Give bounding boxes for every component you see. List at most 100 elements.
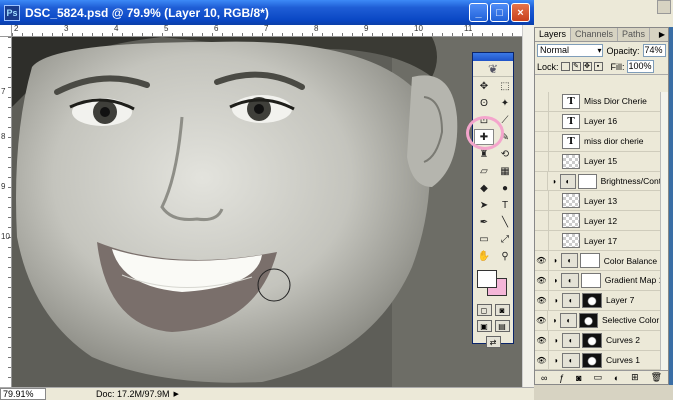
brush-tool-icon[interactable]: ✎ [495,129,515,145]
layer-row[interactable]: 👁 ◑ ◐ Gradient Map 1 [535,271,662,291]
crop-tool-icon[interactable]: ⊡ [474,112,494,128]
adjustment-layer-thumbnail[interactable]: ◐ [561,253,579,269]
fill-field[interactable]: 100% [626,60,654,73]
layer-mask-thumbnail[interactable] [582,352,602,368]
new-adjustment-layer-icon[interactable]: ◐ [614,373,619,383]
layer-mask-thumbnail[interactable] [580,253,600,269]
layer-link-icon[interactable] [549,92,562,111]
type-tool-icon[interactable]: T [495,197,515,213]
transparent-layer-thumbnail[interactable] [562,193,580,209]
hidden-visibility-icon[interactable] [535,131,549,151]
layer-row[interactable]: 👁 ◑ ◐ Curves 2 [535,330,662,351]
eyedropper-icon[interactable]: ⤢ [495,231,515,247]
horizontal-ruler[interactable]: 2 3 4 5 6 7 8 9 10 11 [12,24,522,37]
blend-mode-select[interactable]: Normal [537,44,604,57]
layer-mask-thumbnail[interactable] [582,332,602,348]
status-menu-arrow-icon[interactable]: ▶ [174,390,179,398]
text-layer-thumbnail[interactable]: T [562,93,580,109]
clone-stamp-icon[interactable]: ♜ [474,146,494,162]
layer-row[interactable]: 👁 ◑ ◐ Color Balance 1 [535,251,662,272]
minimize-button[interactable]: _ [469,3,488,22]
hidden-visibility-icon[interactable] [535,151,549,171]
path-selection-icon[interactable]: ➤ [474,197,494,213]
feather-logo-icon[interactable]: ❦ [473,61,513,77]
vertical-scrollbar[interactable] [522,25,534,387]
line-tool-icon[interactable]: ╲ [495,214,515,230]
standard-screen-mode-icon[interactable]: ▣ [476,320,492,332]
image-canvas[interactable] [12,37,522,387]
layer-row[interactable]: 👁 ◑ ◐ Layer 7 [535,290,662,311]
layer-row[interactable]: Layer 17 [535,231,662,252]
layer-link-icon[interactable] [549,231,562,250]
hidden-visibility-icon[interactable] [535,171,548,191]
lasso-tool-icon[interactable]: ʘ [474,95,494,111]
layer-mask-thumbnail[interactable] [582,292,602,308]
adjustment-layer-thumbnail[interactable]: ◐ [559,173,577,189]
layers-scrollbar[interactable] [660,92,668,370]
tab-layers[interactable]: Layers [535,28,572,41]
adjustment-layer-thumbnail[interactable]: ◐ [561,272,580,288]
eye-visibility-icon[interactable]: 👁 [535,330,549,350]
layer-row[interactable]: Tmiss dior cherie [535,131,662,152]
eraser-tool-icon[interactable]: ▱ [474,163,494,179]
adjustment-layer-thumbnail[interactable]: ◐ [560,312,578,328]
healing-brush-icon[interactable]: ✚ [474,129,494,145]
layer-link-icon[interactable] [549,191,562,210]
text-layer-thumbnail[interactable]: T [562,113,580,129]
layer-link-icon[interactable]: ◑ [548,172,560,191]
layer-link-icon[interactable]: ◑ [549,271,562,290]
layer-link-icon[interactable] [549,132,562,151]
layer-link-icon[interactable]: ◑ [549,251,562,270]
text-layer-thumbnail[interactable]: T [562,133,580,149]
tab-paths[interactable]: Paths [618,28,651,41]
lock-pixels-icon[interactable]: ✎ [571,62,581,71]
marquee-tool-icon[interactable]: ⬚ [495,78,515,94]
pen-tool-icon[interactable]: ✒ [474,214,494,230]
history-brush-icon[interactable]: ⟲ [495,146,515,162]
panel-menu-icon[interactable]: ▶ [659,28,668,41]
layer-mask-thumbnail[interactable] [581,272,601,288]
full-screen-menu-mode-icon[interactable]: ▤ [494,320,510,332]
eye-visibility-icon[interactable]: 👁 [535,350,549,370]
layer-row[interactable]: Layer 12 [535,211,662,232]
layer-row[interactable]: Layer 15 [535,151,662,172]
layer-style-icon[interactable]: ƒ [559,373,564,383]
transparent-layer-thumbnail[interactable] [562,153,580,169]
layer-link-icon[interactable] [549,112,562,131]
dock-button-icon[interactable] [657,0,671,14]
notes-tool-icon[interactable]: ▭ [474,231,494,247]
vertical-ruler[interactable]: 7 8 9 10 [0,37,12,387]
new-layer-icon[interactable]: ⊞ [631,372,639,383]
dodge-tool-icon[interactable]: ● [495,180,515,196]
layer-link-icon[interactable]: ◑ [549,351,562,370]
layer-row[interactable]: ◑ ◐ Brightness/Cont... [535,171,662,192]
foreground-color-swatch[interactable] [477,270,497,288]
standard-mode-icon[interactable]: ◻ [476,304,492,316]
ruler-corner[interactable] [0,25,12,37]
lock-transparency-icon[interactable] [560,62,570,71]
layer-row[interactable]: T Layer 16 [535,111,662,132]
slice-tool-icon[interactable]: ⟋ [495,112,515,128]
zoom-tool-icon[interactable]: ⚲ [495,248,515,264]
eye-visibility-icon[interactable]: 👁 [535,271,549,290]
layer-link-icon[interactable]: ◑ [549,291,562,310]
eye-visibility-icon[interactable]: 👁 [535,251,549,271]
eye-visibility-icon[interactable]: 👁 [535,290,549,310]
lock-all-icon[interactable]: ▪ [593,62,603,71]
adjustment-layer-thumbnail[interactable]: ◐ [562,352,580,368]
blur-tool-icon[interactable]: ◆ [474,180,494,196]
layer-link-icon[interactable] [549,211,562,230]
magic-wand-icon[interactable]: ✦ [495,95,515,111]
hidden-visibility-icon[interactable] [535,231,549,251]
hidden-visibility-icon[interactable] [535,111,549,131]
close-button[interactable]: × [511,3,530,22]
layer-row[interactable]: 👁 ◑ ◐ Curves 1 [535,350,662,370]
adjustment-layer-thumbnail[interactable]: ◐ [562,292,580,308]
new-group-icon[interactable]: ▭ [593,372,602,383]
opacity-field[interactable]: 74% [642,44,666,57]
layer-row[interactable]: T Miss Dior Cherie [535,92,662,112]
layer-mask-thumbnail[interactable] [579,312,599,328]
add-mask-icon[interactable]: ◙ [576,373,581,383]
adjustment-layer-thumbnail[interactable]: ◐ [562,332,580,348]
transparent-layer-thumbnail[interactable] [562,213,580,229]
